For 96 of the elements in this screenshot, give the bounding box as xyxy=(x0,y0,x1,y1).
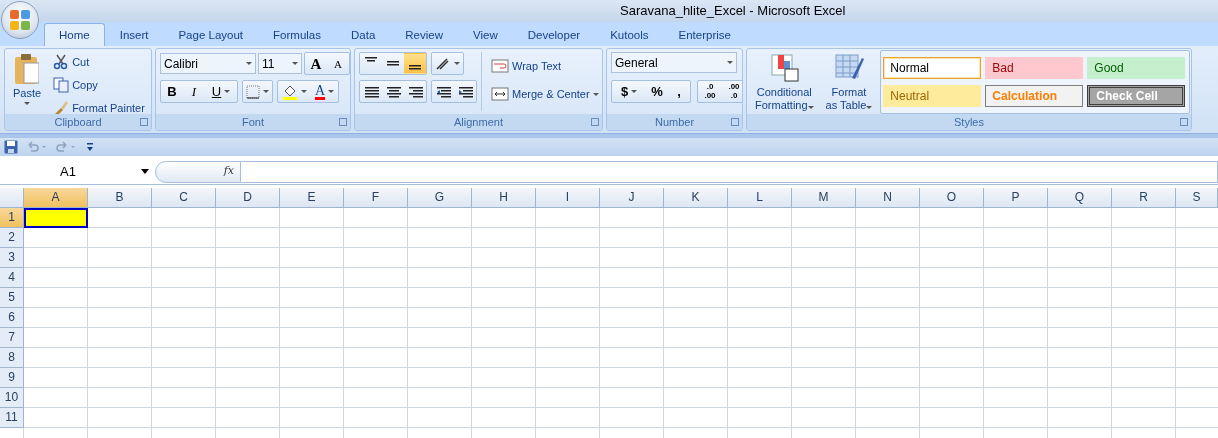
column-header[interactable]: I xyxy=(536,188,600,208)
number-format-field[interactable]: General xyxy=(611,52,737,73)
dropdown-caret-icon xyxy=(24,102,31,105)
group-label: Clipboard xyxy=(54,116,102,128)
ribbon-tab[interactable]: Review xyxy=(390,23,458,46)
row-header[interactable]: 10 xyxy=(0,388,24,408)
column-header[interactable]: K xyxy=(664,188,728,208)
orientation-icon xyxy=(435,56,451,71)
insert-function-button[interactable]: fx xyxy=(155,160,241,183)
conditional-formatting-button[interactable]: Conditional Formatting xyxy=(751,49,818,114)
paste-button[interactable]: Paste xyxy=(9,52,46,111)
column-header[interactable]: H xyxy=(472,188,536,208)
fill-bucket-icon xyxy=(282,83,298,100)
ribbon-tab[interactable]: Home xyxy=(44,23,105,46)
vertical-align-button[interactable] xyxy=(404,53,426,74)
clipboard-icon xyxy=(15,54,40,84)
decrease-decimal-button[interactable]: .00 .0 xyxy=(722,81,742,102)
underline-button[interactable]: U xyxy=(205,81,237,102)
cell-style-swatch[interactable]: Normal xyxy=(883,56,982,79)
row-header[interactable]: 3 xyxy=(0,248,24,268)
paintbrush-icon xyxy=(53,100,70,114)
group-label: Font xyxy=(242,116,264,128)
scissors-icon xyxy=(53,54,70,70)
formula-field[interactable] xyxy=(241,160,1218,183)
format-table-icon xyxy=(833,52,864,82)
increase-decimal-button[interactable]: .0 .00 xyxy=(698,81,722,102)
column-header[interactable]: N xyxy=(856,188,920,208)
row-header[interactable]: 4 xyxy=(0,268,24,288)
format-painter-button[interactable]: Format Painter xyxy=(49,98,149,114)
ribbon-tab[interactable]: Formulas xyxy=(258,23,336,46)
ribbon-tab[interactable]: View xyxy=(458,23,513,46)
wrap-text-button[interactable]: Wrap Text xyxy=(487,56,602,76)
column-header[interactable]: E xyxy=(280,188,344,208)
customize-icon[interactable] xyxy=(86,142,94,152)
row-header[interactable]: 1 xyxy=(0,208,24,228)
ribbon-tab[interactable]: Developer xyxy=(512,23,596,46)
font-size-field[interactable]: 11 xyxy=(258,53,302,74)
font-name-field[interactable]: Calibri xyxy=(160,53,256,74)
wrap-text-icon xyxy=(491,58,509,74)
currency-button[interactable]: $ xyxy=(612,81,646,102)
column-header[interactable]: R xyxy=(1112,188,1176,208)
group-label: Number xyxy=(654,116,695,128)
align-middle-icon xyxy=(387,61,399,66)
column-header[interactable]: D xyxy=(216,188,280,208)
column-header[interactable]: F xyxy=(344,188,408,208)
column-header[interactable]: S xyxy=(1176,188,1218,208)
merge-cells-icon xyxy=(491,86,509,102)
active-cell[interactable] xyxy=(24,208,88,228)
merge-center-button[interactable]: Merge & Center xyxy=(487,84,602,104)
copy-icon xyxy=(53,77,70,93)
borders-icon xyxy=(246,84,260,99)
column-header[interactable]: C xyxy=(152,188,216,208)
column-header[interactable]: M xyxy=(792,188,856,208)
row-header[interactable]: 7 xyxy=(0,328,24,348)
italic-button[interactable]: I xyxy=(183,81,205,102)
cell-style-swatch[interactable]: Bad xyxy=(985,56,1084,79)
grow-font-button[interactable]: A xyxy=(305,53,327,74)
column-header[interactable]: L xyxy=(728,188,792,208)
row-header[interactable]: 6 xyxy=(0,308,24,328)
column-header[interactable]: B xyxy=(88,188,152,208)
office-logo xyxy=(8,8,32,32)
column-header[interactable]: J xyxy=(600,188,664,208)
ribbon-tab[interactable]: Insert xyxy=(104,23,164,46)
window-title: Saravana_hlite_Excel - Microsoft Excel xyxy=(620,2,846,21)
group-label: Styles xyxy=(954,116,984,128)
column-header[interactable]: P xyxy=(984,188,1048,208)
bold-button[interactable]: B xyxy=(161,81,183,102)
ribbon-tab[interactable]: Page Layout xyxy=(163,23,259,46)
row-header[interactable]: 5 xyxy=(0,288,24,308)
column-header[interactable]: A xyxy=(24,188,88,208)
ribbon-tab[interactable]: Kutools xyxy=(595,23,664,46)
comma-style-button[interactable]: , xyxy=(668,81,690,102)
column-header[interactable]: O xyxy=(920,188,984,208)
shrink-font-button[interactable]: A xyxy=(327,53,349,74)
cell-style-swatch[interactable]: Neutral xyxy=(883,84,982,107)
name-box[interactable]: A1 xyxy=(0,160,155,183)
borders-button[interactable] xyxy=(242,80,273,103)
cut-button[interactable]: Cut xyxy=(49,52,149,72)
ribbon-tab[interactable]: Data xyxy=(336,23,391,46)
conditional-formatting-icon xyxy=(769,52,800,82)
copy-button[interactable]: Copy xyxy=(49,75,149,95)
group-label: Alignment xyxy=(454,116,503,128)
row-header[interactable]: 9 xyxy=(0,368,24,388)
cell-style-swatch[interactable]: Good xyxy=(1087,56,1186,79)
align-top-icon xyxy=(365,57,377,62)
save-icon[interactable] xyxy=(4,140,18,154)
column-header[interactable]: G xyxy=(408,188,472,208)
row-header[interactable]: 2 xyxy=(0,228,24,248)
row-header[interactable]: 11 xyxy=(0,408,24,428)
orientation-button[interactable] xyxy=(431,52,464,75)
row-header[interactable]: 8 xyxy=(0,348,24,368)
format-as-table-button[interactable]: Format as Table xyxy=(821,49,877,114)
ribbon-tab[interactable]: Enterprise xyxy=(663,23,746,46)
align-bottom-icon xyxy=(409,65,421,70)
column-header[interactable]: Q xyxy=(1048,188,1112,208)
percent-button[interactable]: % xyxy=(646,81,668,102)
